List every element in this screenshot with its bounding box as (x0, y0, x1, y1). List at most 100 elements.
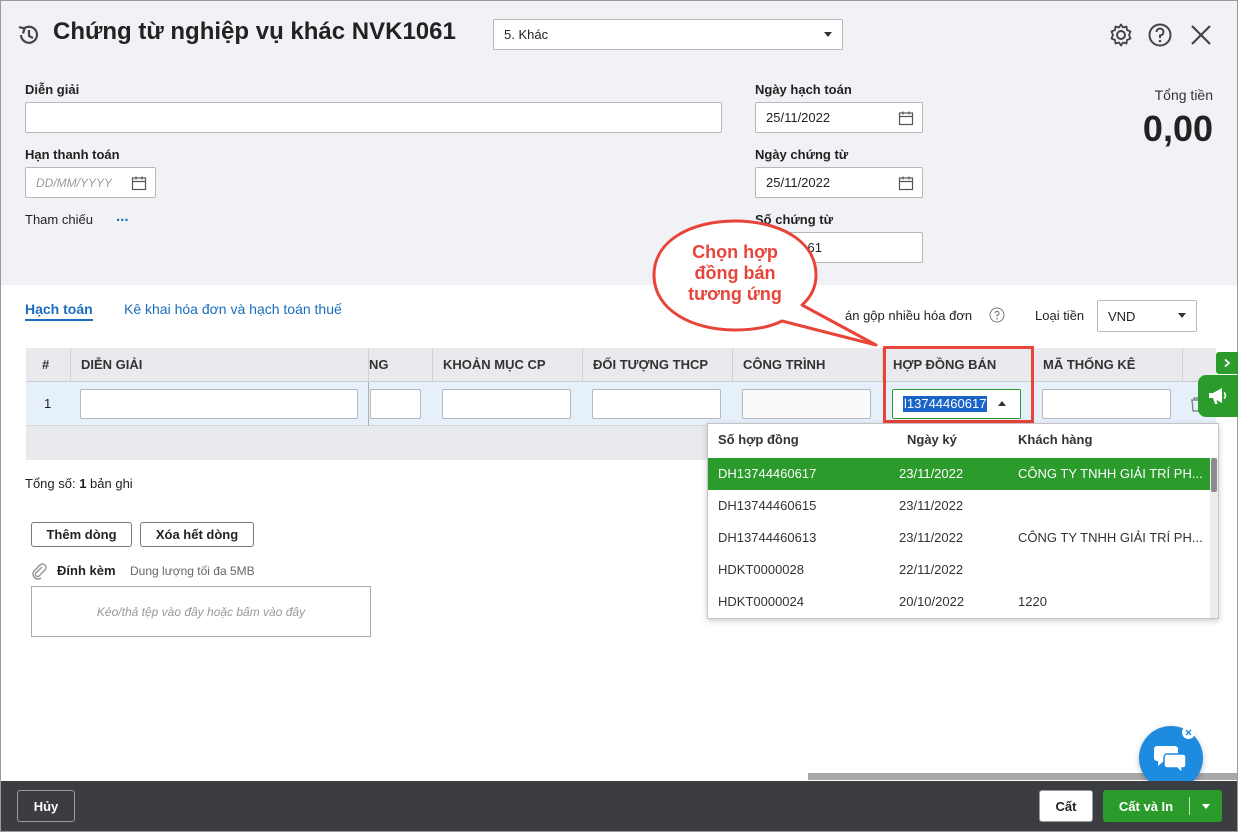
save-options-dropdown[interactable] (1190, 790, 1222, 822)
option-ngay-ky: 20/10/2022 (899, 594, 965, 609)
option-so-hop-dong: DH13744460615 (718, 498, 817, 513)
ma-thong-ke-cell[interactable] (1042, 389, 1171, 419)
chevron-down-icon (824, 31, 832, 37)
attachment-hint: Dung lượng tối đa 5MB (130, 564, 255, 578)
option-so-hop-dong: DH13744460613 (718, 530, 817, 545)
dropdown-option[interactable]: HDKT0000024 20/10/2022 1220 (708, 586, 1210, 618)
voucher-type-value: 5. Khác (504, 27, 549, 42)
col-dien-giai[interactable]: DIỄN GIẢI (70, 348, 368, 382)
option-ngay-ky: 22/11/2022 (899, 562, 964, 577)
option-so-hop-dong: HDKT0000024 (718, 594, 804, 609)
delete-all-rows-button[interactable]: Xóa hết dòng (140, 522, 254, 547)
option-khach-hang: CÔNG TY TNHH GIẢI TRÍ PH... (1018, 530, 1203, 545)
cancel-button[interactable]: Hủy (17, 790, 75, 822)
info-icon[interactable] (989, 307, 1005, 323)
row-number: 1 (44, 396, 52, 411)
option-khach-hang: 1220 (1018, 594, 1047, 609)
dropdown-col-so-hop-dong: Số hợp đồng (718, 432, 799, 447)
close-icon (1185, 729, 1192, 736)
han-thanh-toan-label: Hạn thanh toán (25, 147, 120, 162)
option-so-hop-dong: DH13744460617 (718, 466, 817, 481)
calendar-icon[interactable] (898, 110, 914, 126)
han-thanh-toan-placeholder: DD/MM/YYYY (36, 175, 113, 190)
voucher-type-select[interactable]: 5. Khác (493, 19, 843, 50)
dien-giai-label: Diễn giải (25, 82, 80, 97)
add-row-button[interactable]: Thêm dòng (31, 522, 132, 547)
record-summary: Tổng số: 1 bản ghi (25, 476, 133, 491)
col-doi-tuong-thcp[interactable]: ĐỐI TƯỢNG THCP (582, 348, 732, 382)
tong-tien-label: Tổng tiền (1154, 87, 1213, 103)
dropdown-header: Số hợp đồng Ngày ký Khách hàng (708, 424, 1218, 456)
callout-text: Chọn hợp đồng bán tương ứng (667, 242, 803, 305)
option-khach-hang: CÔNG TY TNHH GIẢI TRÍ PH... (1018, 466, 1203, 481)
col-cong-trinh[interactable]: CÔNG TRÌNH (732, 348, 882, 382)
calendar-icon[interactable] (898, 175, 914, 191)
option-ngay-ky: 23/11/2022 (899, 530, 964, 545)
tab-hach-toan[interactable]: Hạch toán (25, 301, 93, 321)
dropdown-col-khach-hang: Khách hàng (1018, 432, 1093, 447)
chat-close-button[interactable] (1182, 726, 1195, 739)
ngay-hach-toan-value: 25/11/2022 (766, 110, 831, 125)
tong-tien-value: 0,00 (1142, 108, 1213, 149)
khoan-muc-cp-cell[interactable] (442, 389, 571, 419)
dropdown-col-ngay-ky: Ngày ký (907, 432, 957, 447)
tham-chieu-label: Tham chiếu (25, 212, 93, 227)
highlight-box (883, 346, 1034, 423)
dien-giai-cell[interactable] (80, 389, 358, 419)
loai-tien-value: VND (1108, 308, 1136, 324)
ngay-hach-toan-label: Ngày hạch toán (755, 82, 852, 97)
col-khoan-muc-cp[interactable]: KHOẢN MỤC CP (432, 348, 582, 382)
dropdown-option[interactable]: DH13744460617 23/11/2022 CÔNG TY TNHH GI… (708, 458, 1210, 490)
option-ngay-ky: 23/11/2022 (899, 498, 964, 513)
save-button[interactable]: Cất (1039, 790, 1093, 822)
table-row: 1 l13744460617 (26, 382, 1216, 426)
han-thanh-toan-input[interactable]: DD/MM/YYYY (25, 167, 156, 198)
dropdown-scrollbar[interactable] (1210, 458, 1218, 618)
ngay-chung-tu-value: 25/11/2022 (766, 175, 831, 190)
dropdown-scroll-thumb[interactable] (1211, 458, 1217, 492)
doi-tuong-thcp-cell[interactable] (592, 389, 721, 419)
col-ma-thong-ke[interactable]: MÃ THỐNG KÊ (1032, 348, 1182, 382)
cong-trinh-cell[interactable] (742, 389, 871, 419)
tham-chieu-link[interactable]: ... (116, 208, 129, 225)
chevron-down-icon (1178, 313, 1186, 318)
col-stt: # (42, 357, 50, 372)
dien-giai-input[interactable] (25, 102, 722, 133)
ng-cell[interactable] (370, 389, 421, 419)
grid-header: # DIỄN GIẢI NG KHOẢN MỤC CP ĐỐI TƯỢNG TH… (26, 348, 1216, 382)
save-and-print-group: Cất và In (1103, 790, 1222, 822)
save-and-print-button[interactable]: Cất và In (1103, 790, 1189, 822)
frozen-divider (368, 382, 369, 426)
megaphone-icon (1209, 388, 1227, 404)
attachment-dropzone[interactable]: Kéo/thả tệp vào đây hoặc bấm vào đây (31, 586, 371, 637)
history-icon[interactable] (16, 22, 42, 48)
ngay-chung-tu-input[interactable]: 25/11/2022 (755, 167, 923, 198)
help-icon[interactable] (1147, 22, 1173, 48)
chevron-down-icon (1202, 803, 1210, 809)
loai-tien-select[interactable]: VND (1097, 300, 1197, 332)
page-title: Chứng từ nghiệp vụ khác NVK1061 (53, 18, 456, 45)
ngay-chung-tu-label: Ngày chứng từ (755, 147, 849, 162)
attachment-label: Đính kèm (57, 563, 116, 578)
tab-ke-khai-hoa-don[interactable]: Kê khai hóa đơn và hạch toán thuế (124, 301, 342, 317)
summary-prefix: Tổng số: (25, 476, 80, 491)
col-ng[interactable]: NG (368, 348, 432, 382)
gear-icon[interactable] (1108, 22, 1134, 48)
expand-panel-button[interactable] (1216, 352, 1238, 374)
option-so-hop-dong: HDKT0000028 (718, 562, 804, 577)
dropdown-option[interactable]: DH13744460615 23/11/2022 (708, 490, 1210, 522)
announcement-button[interactable] (1198, 375, 1238, 417)
contract-dropdown: Số hợp đồng Ngày ký Khách hàng DH1374446… (707, 423, 1219, 619)
paperclip-icon (32, 563, 47, 580)
dropdown-option[interactable]: HDKT0000028 22/11/2022 (708, 554, 1210, 586)
option-ngay-ky: 23/11/2022 (899, 466, 964, 481)
calendar-icon[interactable] (131, 175, 147, 191)
callout-line-1: Chọn hợp (692, 242, 778, 262)
callout-line-3: tương ứng (688, 284, 782, 304)
close-icon[interactable] (1188, 22, 1214, 48)
summary-suffix: bản ghi (86, 476, 133, 491)
chevron-right-icon (1224, 358, 1231, 368)
loai-tien-label: Loại tiền (1035, 308, 1085, 323)
ngay-hach-toan-input[interactable]: 25/11/2022 (755, 102, 923, 133)
dropdown-option[interactable]: DH13744460613 23/11/2022 CÔNG TY TNHH GI… (708, 522, 1210, 554)
